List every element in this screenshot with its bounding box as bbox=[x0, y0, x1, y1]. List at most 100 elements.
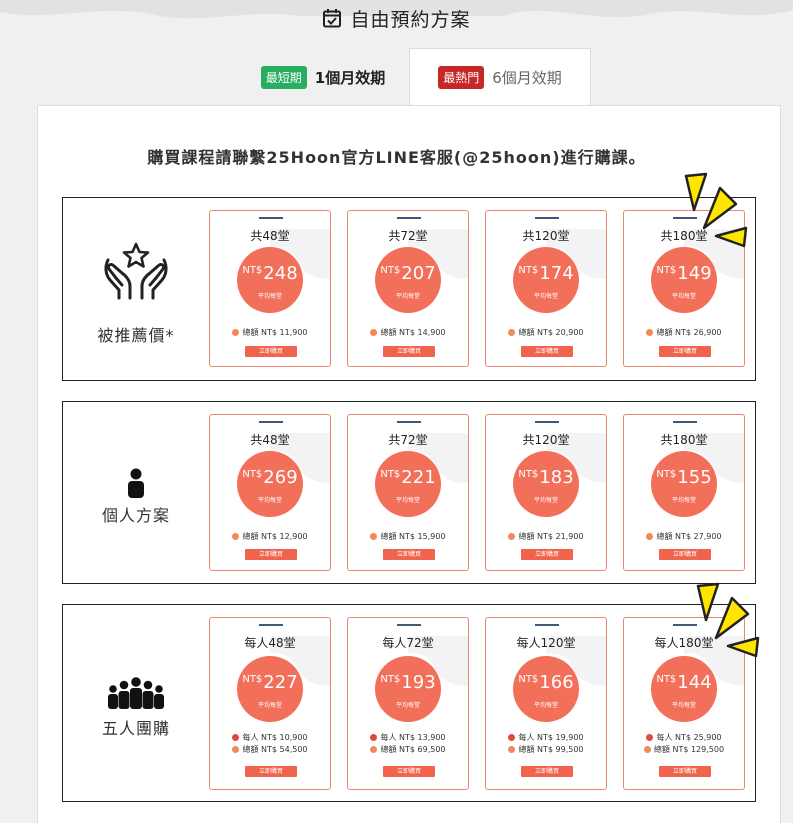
total-text: 總額 NT$ 27,900 bbox=[656, 532, 722, 541]
currency-label: NT$ bbox=[380, 674, 401, 685]
plan-card: 共120堂 NT$174 平均每堂 總額 NT$ 20,900 立即購買 bbox=[485, 210, 607, 367]
plan-label: 被推薦價* bbox=[97, 326, 175, 345]
avg-price-value: 149 bbox=[677, 263, 712, 284]
buy-now-button[interactable]: 立即購買 bbox=[245, 549, 297, 560]
buy-now-button[interactable]: 立即購買 bbox=[383, 766, 435, 777]
buy-now-button[interactable]: 立即購買 bbox=[521, 766, 573, 777]
lesson-count: 每人72堂 bbox=[382, 636, 434, 650]
total-price: 總額 NT$ 11,900 bbox=[210, 327, 330, 338]
avg-price-value: 221 bbox=[401, 467, 436, 488]
buy-now-button[interactable]: 立即購買 bbox=[521, 549, 573, 560]
lesson-count: 共120堂 bbox=[522, 229, 570, 243]
buy-now-button[interactable]: 立即購買 bbox=[659, 346, 711, 357]
lesson-count: 每人48堂 bbox=[244, 636, 296, 650]
highlight-sparkle-icon bbox=[684, 172, 748, 248]
per-person-text: 每人 NT$ 10,900 bbox=[242, 733, 308, 742]
card-accent-bar bbox=[535, 624, 559, 626]
avg-price: NT$155 bbox=[651, 467, 717, 488]
avg-price: NT$221 bbox=[375, 467, 441, 488]
avg-price-value: 207 bbox=[401, 263, 436, 284]
avg-price: NT$193 bbox=[375, 672, 441, 693]
plan-card: 共120堂 NT$183 平均每堂 總額 NT$ 21,900 立即購買 bbox=[485, 414, 607, 571]
avg-price-value: 269 bbox=[263, 467, 298, 488]
buy-now-button[interactable]: 立即購買 bbox=[383, 346, 435, 357]
card-accent-bar bbox=[397, 421, 421, 423]
highlight-sparkle-icon bbox=[696, 582, 760, 658]
validity-tabs: 最短期 1個月效期 最熱門 6個月效期 bbox=[0, 48, 793, 106]
total-text: 總額 NT$ 15,900 bbox=[380, 532, 446, 541]
per-person-text: 每人 NT$ 19,900 bbox=[518, 733, 584, 742]
avg-price-value: 193 bbox=[401, 672, 436, 693]
check-icon bbox=[646, 533, 654, 540]
avg-price-unit: 平均每堂 bbox=[671, 293, 696, 300]
avg-price: NT$183 bbox=[513, 467, 579, 488]
avg-price-unit: 平均每堂 bbox=[257, 702, 282, 709]
check-icon bbox=[646, 329, 654, 336]
avg-price-unit: 平均每堂 bbox=[533, 702, 558, 709]
avg-price-value: 227 bbox=[263, 672, 298, 693]
avg-price: NT$269 bbox=[237, 467, 303, 488]
avg-price-value: 174 bbox=[539, 263, 574, 284]
total-price: 總額 NT$ 69,500 bbox=[348, 744, 468, 755]
check-icon bbox=[508, 533, 516, 540]
total-text: 總額 NT$ 12,900 bbox=[242, 532, 308, 541]
currency-label: NT$ bbox=[380, 265, 401, 276]
avg-price: NT$166 bbox=[513, 672, 579, 693]
avg-price-value: 248 bbox=[263, 263, 298, 284]
per-person-text: 每人 NT$ 13,900 bbox=[380, 733, 446, 742]
currency-label: NT$ bbox=[242, 469, 263, 480]
currency-label: NT$ bbox=[518, 469, 539, 480]
avg-price-unit: 平均每堂 bbox=[395, 497, 420, 504]
avg-price-value: 144 bbox=[677, 672, 712, 693]
total-text: 總額 NT$ 26,900 bbox=[656, 328, 722, 337]
check-icon bbox=[508, 329, 516, 336]
avg-price: NT$149 bbox=[651, 263, 717, 284]
card-accent-bar bbox=[259, 217, 283, 219]
tab-6-month[interactable]: 最熱門 6個月效期 bbox=[409, 48, 591, 106]
avg-price-unit: 平均每堂 bbox=[671, 702, 696, 709]
avg-price: NT$174 bbox=[513, 263, 579, 284]
avg-price-unit: 平均每堂 bbox=[533, 497, 558, 504]
total-text: 總額 NT$ 129,500 bbox=[653, 745, 725, 754]
check-icon bbox=[646, 734, 654, 741]
plan-label: 五人團購 bbox=[101, 719, 170, 738]
hands-star-icon bbox=[63, 240, 209, 302]
lesson-count: 每人120堂 bbox=[516, 636, 576, 650]
total-price: 總額 NT$ 54,500 bbox=[210, 744, 330, 755]
person-icon bbox=[63, 468, 209, 498]
total-text: 總額 NT$ 69,500 bbox=[380, 745, 446, 754]
page-title: 自由預約方案 bbox=[350, 8, 471, 31]
buy-now-button[interactable]: 立即購買 bbox=[659, 766, 711, 777]
price-circle: NT$227 平均每堂 bbox=[237, 656, 303, 722]
plan-label: 個人方案 bbox=[101, 506, 170, 525]
calendar-check-icon bbox=[323, 9, 342, 28]
check-icon bbox=[370, 734, 378, 741]
card-accent-bar bbox=[397, 624, 421, 626]
buy-now-button[interactable]: 立即購買 bbox=[383, 549, 435, 560]
per-person-price: 每人 NT$ 25,900 bbox=[624, 732, 744, 743]
buy-now-button[interactable]: 立即購買 bbox=[521, 346, 573, 357]
price-circle: NT$183 平均每堂 bbox=[513, 451, 579, 517]
buy-now-button[interactable]: 立即購買 bbox=[245, 766, 297, 777]
lesson-count: 共72堂 bbox=[388, 229, 428, 243]
buy-now-button[interactable]: 立即購買 bbox=[659, 549, 711, 560]
lesson-count: 共48堂 bbox=[250, 433, 290, 447]
check-icon bbox=[232, 746, 240, 753]
price-circle: NT$207 平均每堂 bbox=[375, 247, 441, 313]
card-accent-bar bbox=[535, 421, 559, 423]
lesson-count: 共120堂 bbox=[522, 433, 570, 447]
group-icon bbox=[63, 677, 209, 711]
tab-1-month[interactable]: 最短期 1個月效期 bbox=[238, 48, 408, 106]
buy-now-button[interactable]: 立即購買 bbox=[245, 346, 297, 357]
plan-card: 每人48堂 NT$227 平均每堂 每人 NT$ 10,900 總額 NT$ 54… bbox=[209, 617, 331, 790]
total-price: 總額 NT$ 99,500 bbox=[486, 744, 606, 755]
tab-label: 1個月效期 bbox=[314, 68, 386, 87]
purchase-notice: 購買課程請聯繫25Hoon官方LINE客服(@25hoon)進行購課。 bbox=[147, 148, 646, 167]
total-price: 總額 NT$ 129,500 bbox=[624, 744, 744, 755]
price-circle: NT$155 平均每堂 bbox=[651, 451, 717, 517]
check-icon bbox=[232, 329, 240, 336]
currency-label: NT$ bbox=[656, 469, 677, 480]
card-accent-bar bbox=[673, 421, 697, 423]
price-circle: NT$248 平均每堂 bbox=[237, 247, 303, 313]
per-person-price: 每人 NT$ 10,900 bbox=[210, 732, 330, 743]
